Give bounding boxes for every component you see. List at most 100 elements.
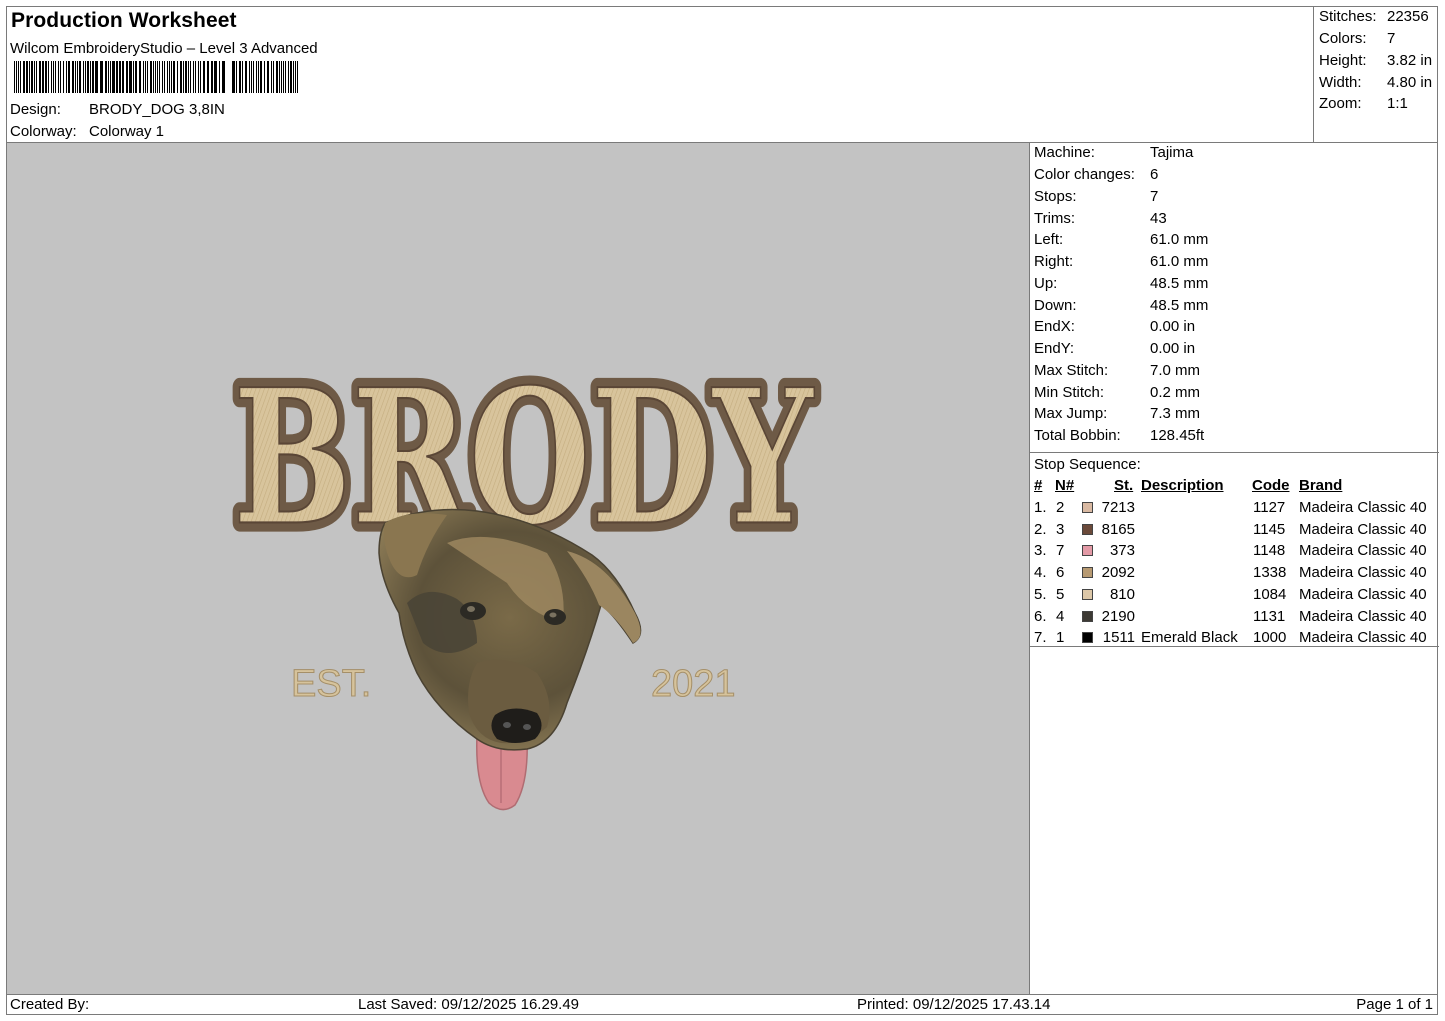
thread-color-swatch <box>1082 588 1093 600</box>
year-text: 2021 <box>651 663 736 705</box>
stat-label: Stitches: <box>1319 8 1377 25</box>
stitch-count: 2190 <box>1101 607 1135 625</box>
info-label: Stops: <box>1034 188 1077 205</box>
stop-sequence-row: 1. 2 7213 1127 Madeira Classic 40 <box>1030 499 1439 520</box>
thread-color-swatch <box>1082 545 1093 557</box>
stat-label: Width: <box>1319 74 1362 91</box>
thread-color-swatch <box>1082 502 1093 513</box>
info-value: Tajima <box>1150 144 1194 161</box>
thread-color-swatch <box>1082 610 1093 622</box>
info-label: Down: <box>1034 297 1077 314</box>
info-value: 7 <box>1150 188 1159 205</box>
thread-color-swatch <box>1082 567 1093 579</box>
thread-brand: Madeira Classic 40 <box>1299 542 1427 560</box>
info-label: EndY: <box>1034 340 1075 357</box>
stitch-count: 2092 <box>1101 564 1135 582</box>
info-label: Right: <box>1034 253 1074 270</box>
production-worksheet: Production Worksheet Wilcom EmbroiderySt… <box>6 6 1439 1015</box>
stop-sequence-row: 7. 1 1511 Emerald Black 1000 Madeira Classic … <box>1030 629 1439 650</box>
thread-code: 1000 <box>1253 629 1287 647</box>
thread-brand: Madeira Classic 40 <box>1299 564 1427 582</box>
col-header-brand: Brand <box>1299 477 1343 494</box>
created-by: Created By: <box>10 996 90 1013</box>
colorway-value: Colorway 1 <box>89 123 165 140</box>
stop-sequence-row: 5. 5 810 1084 Madeira Classic 40 <box>1030 586 1439 607</box>
est-text: EST. <box>291 663 371 705</box>
info-value: 0.2 mm <box>1150 384 1201 401</box>
design-stats: Stitches: 22356 Colors: 7 Height: 3.82 i… <box>1314 7 1437 143</box>
needle-number: 3 <box>1056 520 1065 538</box>
info-value: 0.00 in <box>1150 318 1196 335</box>
stitch-count: 810 <box>1109 585 1135 603</box>
info-value: 43 <box>1150 210 1167 227</box>
design-label: Design: <box>10 101 61 118</box>
thread-code: 1084 <box>1253 585 1287 603</box>
design-preview-canvas: BRODY BRODY EST. 2021 <box>7 143 1030 994</box>
col-header-stitches: St. <box>1114 477 1134 494</box>
barcode <box>14 61 298 93</box>
embroidery-preview: BRODY BRODY EST. 2021 <box>224 340 823 811</box>
stat-label: Height: <box>1319 52 1367 69</box>
col-header-needle: N# <box>1055 477 1075 494</box>
row-number: 6. <box>1034 607 1047 625</box>
info-label: Min Stitch: <box>1034 384 1105 401</box>
needle-number: 4 <box>1056 607 1065 625</box>
thread-brand: Madeira Classic 40 <box>1299 629 1427 647</box>
stitch-count: 7213 <box>1101 499 1135 516</box>
design-value: BRODY_DOG 3,8IN <box>89 101 225 118</box>
colorway-label: Colorway: <box>10 123 77 140</box>
info-value: 128.45ft <box>1150 427 1205 444</box>
needle-number: 7 <box>1056 542 1065 560</box>
thread-color-swatch <box>1082 632 1093 644</box>
info-label: Up: <box>1034 275 1058 292</box>
thread-color-swatch <box>1082 523 1093 535</box>
thread-code: 1338 <box>1253 564 1287 582</box>
info-label: Max Jump: <box>1034 405 1108 422</box>
divider <box>1030 646 1439 647</box>
info-label: Left: <box>1034 231 1064 248</box>
stitch-count: 373 <box>1109 542 1135 560</box>
thread-code: 1145 <box>1253 520 1286 538</box>
needle-number: 6 <box>1056 564 1065 582</box>
info-label: EndX: <box>1034 318 1075 335</box>
info-label: Color changes: <box>1034 166 1135 183</box>
info-value: 6 <box>1150 166 1159 183</box>
needle-number: 2 <box>1056 499 1065 516</box>
row-number: 1. <box>1034 499 1047 516</box>
thread-description: Emerald Black <box>1141 629 1238 647</box>
row-number: 2. <box>1034 520 1047 538</box>
stop-sequence-row: 2. 3 8165 1145 Madeira Classic 40 <box>1030 521 1439 542</box>
info-value: 48.5 mm <box>1150 275 1209 292</box>
stat-value: 1:1 <box>1387 95 1408 112</box>
printed-date: Printed: 09/12/2025 17.43.14 <box>857 996 1051 1013</box>
info-value: 48.5 mm <box>1150 297 1209 314</box>
info-value: 61.0 mm <box>1150 253 1209 270</box>
stop-sequence-title: Stop Sequence: <box>1034 456 1141 473</box>
stitch-count: 1511 <box>1102 629 1135 647</box>
details-panel: Machine: Tajima Color changes: 6 Stops: … <box>1030 143 1439 994</box>
stat-value: 22356 <box>1387 8 1429 25</box>
row-number: 7. <box>1034 629 1047 647</box>
info-value: 7.3 mm <box>1150 405 1201 422</box>
stop-sequence-row: 6. 4 2190 1131 Madeira Classic 40 <box>1030 608 1439 629</box>
thread-code: 1127 <box>1253 499 1286 516</box>
page-number: Page 1 of 1 <box>1356 996 1433 1013</box>
thread-brand: Madeira Classic 40 <box>1299 520 1427 538</box>
col-header-description: Description <box>1141 477 1224 494</box>
col-header-num: # <box>1034 477 1043 494</box>
info-value: 61.0 mm <box>1150 231 1209 248</box>
col-header-code: Code <box>1252 477 1290 494</box>
stat-value: 4.80 in <box>1387 74 1433 91</box>
row-number: 5. <box>1034 585 1047 603</box>
divider <box>1030 452 1439 453</box>
worksheet-header: Production Worksheet Wilcom EmbroiderySt… <box>7 7 1314 143</box>
info-label: Total Bobbin: <box>1034 427 1121 444</box>
needle-number: 5 <box>1056 585 1065 603</box>
worksheet-title: Production Worksheet <box>11 9 237 32</box>
thread-brand: Madeira Classic 40 <box>1299 585 1427 603</box>
info-label: Machine: <box>1034 144 1095 161</box>
row-number: 3. <box>1034 542 1047 560</box>
stat-value: 7 <box>1387 30 1396 47</box>
stitch-count: 8165 <box>1101 520 1135 538</box>
thread-brand: Madeira Classic 40 <box>1299 607 1427 625</box>
